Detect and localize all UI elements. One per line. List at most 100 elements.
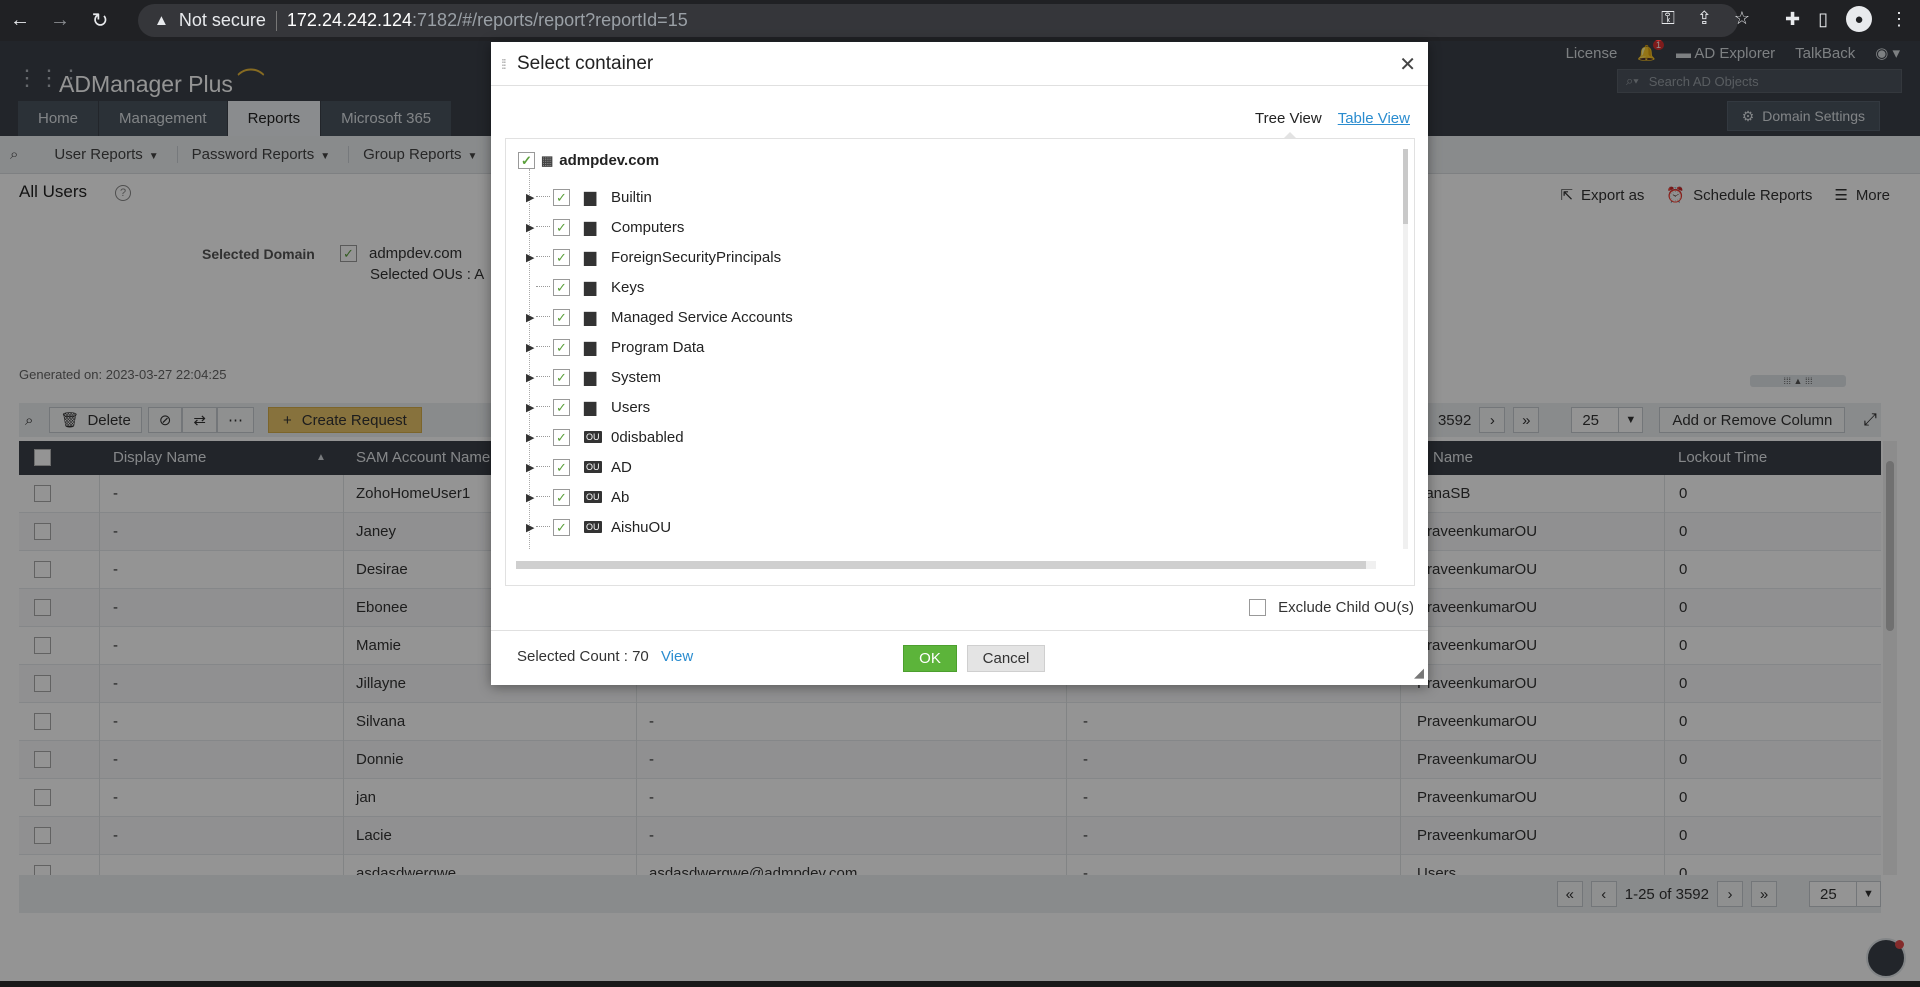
key-icon[interactable]: ⚿ — [1661, 8, 1675, 29]
tree-node[interactable]: ▶ ✓ OU Ab — [506, 482, 1366, 512]
node-label: Builtin — [611, 188, 652, 206]
folder-icon: ▆ — [584, 399, 597, 416]
tree-root[interactable]: ✓ ▦ admpdev.com — [518, 152, 659, 169]
expand-arrow-icon[interactable]: ▶ — [526, 251, 534, 264]
ou-icon: OU — [584, 461, 602, 473]
dialog-footer: Selected Count : 70 View OK Cancel ◢ — [491, 630, 1428, 685]
expand-arrow-icon[interactable]: ▶ — [526, 491, 534, 504]
back-icon[interactable]: ← — [0, 9, 40, 32]
domain-icon: ▦ — [541, 152, 554, 168]
exclude-child-ous[interactable]: Exclude Child OU(s) — [1249, 599, 1414, 616]
tree-node[interactable]: ✓ ▆ Keys — [506, 272, 1366, 302]
security-status: Not secure — [178, 10, 266, 30]
ok-button[interactable]: OK — [903, 645, 957, 672]
tree-connector — [536, 406, 550, 407]
close-icon[interactable]: ✕ — [1399, 52, 1416, 77]
extensions-icon[interactable]: ✚ — [1785, 9, 1800, 30]
tree-view-tab[interactable]: Tree View — [1255, 110, 1322, 139]
tree-connector — [536, 496, 550, 497]
dialog-header: ⁞⁞ Select container ✕ — [491, 42, 1428, 86]
folder-icon: ▆ — [584, 279, 597, 296]
star-icon[interactable]: ☆ — [1734, 8, 1750, 29]
expand-arrow-icon[interactable]: ▶ — [526, 341, 534, 354]
table-view-link[interactable]: Table View — [1338, 110, 1410, 127]
tree-node[interactable]: ▶ ✓ ▆ Users — [506, 392, 1366, 422]
node-checkbox[interactable]: ✓ — [553, 218, 570, 236]
node-checkbox[interactable]: ✓ — [553, 308, 570, 326]
tree-connector — [536, 256, 550, 257]
node-label: System — [611, 368, 662, 386]
node-checkbox[interactable]: ✓ — [553, 428, 570, 446]
tree-connector — [536, 346, 550, 347]
tree-node[interactable]: ▶ ✓ ▆ Computers — [506, 212, 1366, 242]
tree-connector — [536, 286, 550, 287]
warning-icon: ▲ — [154, 12, 169, 29]
node-label: AishuOU — [611, 518, 672, 536]
cancel-button[interactable]: Cancel — [967, 645, 1045, 672]
tree-connector — [536, 226, 550, 227]
folder-icon: ▆ — [584, 369, 597, 386]
tree-connector — [536, 376, 550, 377]
selected-count-value: 70 — [632, 648, 649, 665]
tree-node[interactable]: ▶ ✓ OU AishuOU — [506, 512, 1366, 542]
node-label: 0disbabled — [611, 428, 684, 446]
browser-menu-icon[interactable]: ⋮ — [1890, 9, 1908, 30]
scrollbar-thumb[interactable] — [516, 561, 1366, 569]
resize-handle-icon[interactable]: ◢ — [1414, 665, 1424, 681]
forward-icon[interactable]: → — [40, 9, 80, 32]
ou-icon: OU — [584, 521, 602, 533]
tree-node[interactable]: ▶ ✓ ▆ Managed Service Accounts — [506, 302, 1366, 332]
selected-count: Selected Count : 70 View — [517, 648, 693, 665]
exclude-child-checkbox[interactable] — [1249, 599, 1267, 616]
dialog-title: Select container — [517, 53, 654, 74]
selected-count-label: Selected Count : — [517, 648, 628, 665]
tree-connector — [536, 316, 550, 317]
node-checkbox[interactable]: ✓ — [553, 458, 570, 476]
address-bar[interactable]: ▲ Not secure 172.24.242.124 :7182/#/repo… — [138, 4, 1738, 37]
node-label: AD — [611, 458, 632, 476]
expand-arrow-icon[interactable]: ▶ — [526, 521, 534, 534]
tree-horizontal-scrollbar[interactable] — [516, 561, 1376, 569]
view-switch: Tree View Table View — [1255, 110, 1410, 139]
reload-icon[interactable]: ↻ — [80, 8, 120, 33]
view-selected-link[interactable]: View — [661, 648, 693, 665]
expand-arrow-icon[interactable]: ▶ — [526, 431, 534, 444]
node-checkbox[interactable]: ✓ — [553, 278, 570, 296]
node-checkbox[interactable]: ✓ — [553, 338, 570, 356]
expand-arrow-icon[interactable]: ▶ — [526, 311, 534, 324]
omnibox-divider — [275, 10, 277, 31]
expand-arrow-icon[interactable]: ▶ — [526, 371, 534, 384]
folder-icon: ▆ — [584, 339, 597, 356]
node-checkbox[interactable]: ✓ — [553, 488, 570, 506]
tree-node[interactable]: ▶ ✓ ▆ Program Data — [506, 332, 1366, 362]
tree-node[interactable]: ▶ ✓ OU AD — [506, 452, 1366, 482]
expand-arrow-icon[interactable]: ▶ — [526, 401, 534, 414]
tree-node[interactable]: ▶ ✓ ▆ ForeignSecurityPrincipals — [506, 242, 1366, 272]
node-checkbox[interactable]: ✓ — [553, 248, 570, 266]
node-checkbox[interactable]: ✓ — [553, 368, 570, 386]
tree-node[interactable]: ▶ ✓ ▆ System — [506, 362, 1366, 392]
tree-vertical-scrollbar[interactable] — [1403, 149, 1408, 549]
tree-node[interactable]: ▶ ✓ ▆ Builtin — [506, 182, 1366, 212]
folder-icon: ▆ — [584, 189, 597, 206]
tree-connector — [536, 436, 550, 437]
share-icon[interactable]: ⇪ — [1697, 8, 1712, 29]
node-label: Ab — [611, 488, 630, 506]
side-panel-icon[interactable]: ▯ — [1818, 9, 1828, 30]
tree-node[interactable]: ▶ ✓ OU 0disbabled — [506, 422, 1366, 452]
scrollbar-thumb[interactable] — [1403, 149, 1408, 224]
node-label: Managed Service Accounts — [611, 308, 793, 326]
node-checkbox[interactable]: ✓ — [553, 398, 570, 416]
tree-connector — [536, 196, 550, 197]
root-checkbox[interactable]: ✓ — [518, 152, 535, 169]
expand-arrow-icon[interactable]: ▶ — [526, 221, 534, 234]
node-checkbox[interactable]: ✓ — [553, 518, 570, 536]
drag-handle-icon[interactable]: ⁞⁞ — [501, 56, 507, 72]
node-label: Users — [611, 398, 651, 416]
profile-icon[interactable]: ● — [1846, 6, 1872, 32]
node-checkbox[interactable]: ✓ — [553, 188, 570, 206]
expand-arrow-icon[interactable]: ▶ — [526, 461, 534, 474]
node-label: ForeignSecurityPrincipals — [611, 248, 782, 266]
expand-arrow-icon[interactable]: ▶ — [526, 191, 534, 204]
node-label: Computers — [611, 218, 685, 236]
